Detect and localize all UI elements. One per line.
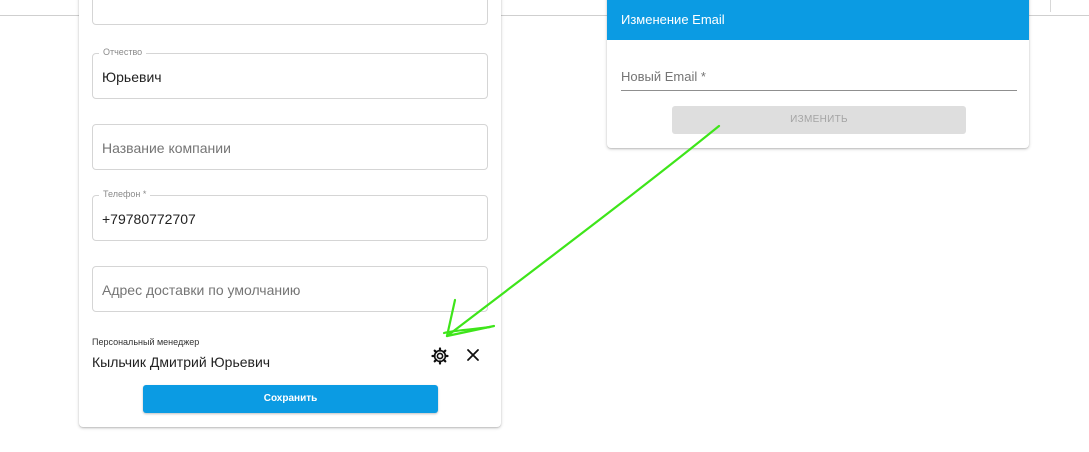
annotation-arrow: [442, 124, 721, 338]
annotation-arrow-shaft: [445, 124, 721, 338]
